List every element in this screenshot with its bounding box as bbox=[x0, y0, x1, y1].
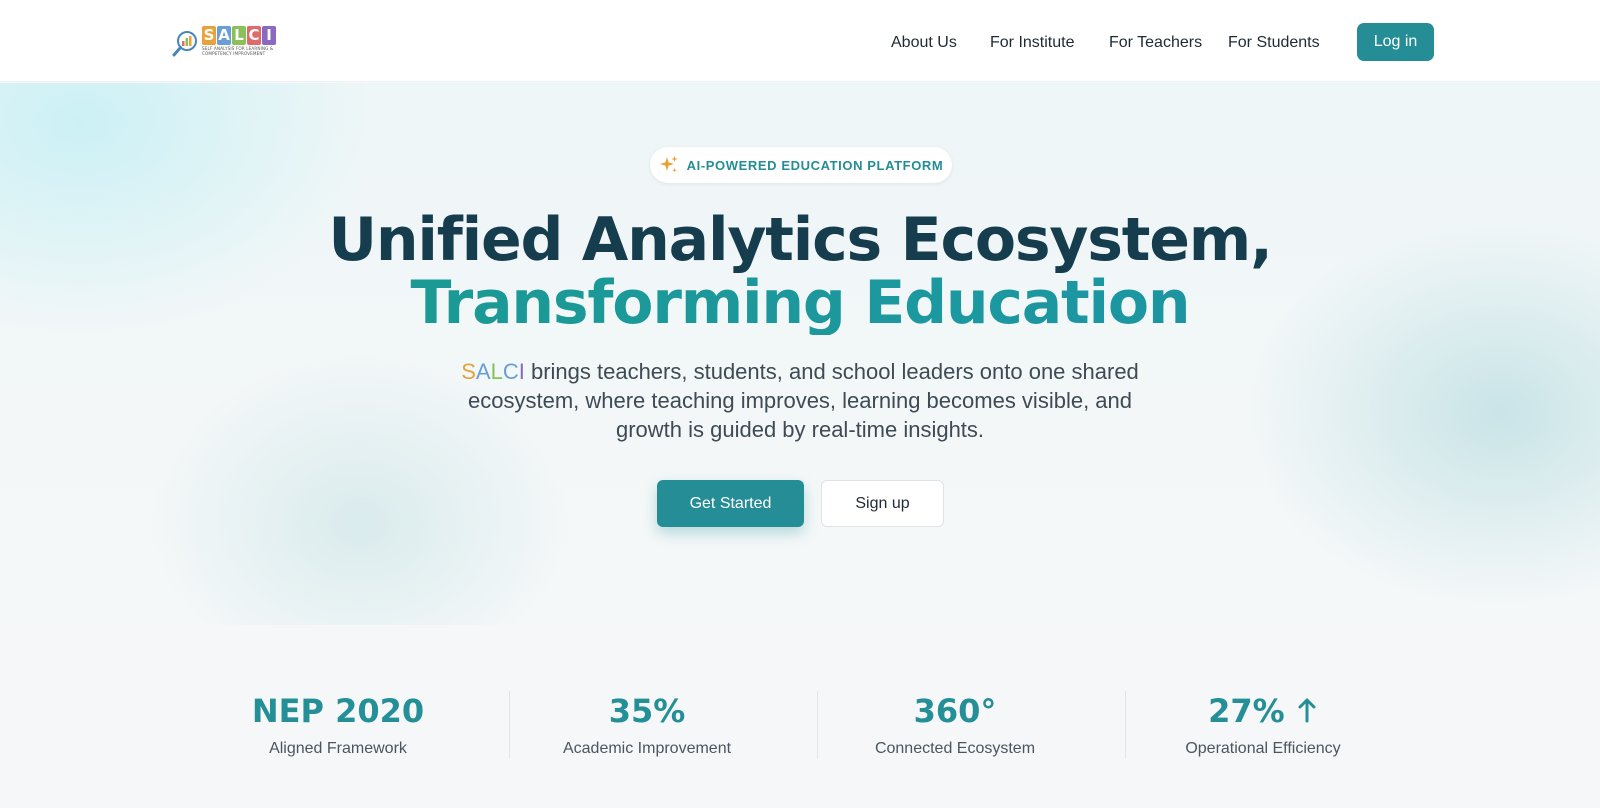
login-button[interactable]: Log in bbox=[1357, 23, 1434, 61]
site-header: S A L C I SELF ANALYSIS FOR LEARNING & C… bbox=[0, 0, 1600, 82]
ai-platform-badge: AI-POWERED EDUCATION PLATFORM bbox=[650, 147, 952, 183]
stat-nep: NEP 2020 Aligned Framework bbox=[188, 691, 488, 759]
nav-about-us[interactable]: About Us bbox=[891, 30, 957, 56]
nav-for-institute[interactable]: For Institute bbox=[990, 30, 1074, 56]
hero-description: SALCI brings teachers, students, and sch… bbox=[440, 357, 1160, 444]
stat-label: Connected Ecosystem bbox=[874, 740, 1036, 757]
brand-letter-c: C bbox=[502, 359, 519, 384]
brand-letter-l: L bbox=[490, 359, 503, 384]
stat-label: Operational Efficiency bbox=[1185, 740, 1341, 757]
headline-line-1: Unified Analytics Ecosystem, bbox=[328, 205, 1273, 275]
hero-section: AI-POWERED EDUCATION PLATFORM Unified An… bbox=[0, 83, 1600, 625]
stat-academic: 35% Academic Improvement bbox=[497, 691, 797, 759]
description-text: brings teachers, students, and school le… bbox=[468, 359, 1139, 442]
stat-label: Aligned Framework bbox=[269, 740, 407, 757]
stat-label: Academic Improvement bbox=[562, 740, 732, 757]
sparkle-icon bbox=[659, 155, 679, 175]
brand-letter-s: S bbox=[461, 359, 476, 384]
stats-section: NEP 2020 Aligned Framework 35% Academic … bbox=[0, 625, 1600, 808]
stat-value: 27% bbox=[1208, 692, 1285, 730]
nav-for-teachers[interactable]: For Teachers bbox=[1109, 30, 1202, 56]
stat-value: 360° bbox=[913, 692, 997, 730]
arrow-up-icon bbox=[1296, 694, 1318, 724]
stat-ecosystem: 360° Connected Ecosystem bbox=[805, 691, 1105, 759]
sign-up-button[interactable]: Sign up bbox=[821, 480, 944, 527]
badge-text: AI-POWERED EDUCATION PLATFORM bbox=[686, 157, 944, 173]
headline-line-2: Transforming Education bbox=[0, 271, 1600, 335]
get-started-button[interactable]: Get Started bbox=[657, 480, 804, 527]
stat-value: NEP 2020 bbox=[251, 692, 425, 730]
stat-value: 35% bbox=[608, 692, 686, 730]
brand-name: SALCI bbox=[461, 359, 525, 384]
stat-value-wrap: 27% bbox=[1113, 691, 1413, 731]
stat-efficiency: 27% Operational Efficiency bbox=[1113, 691, 1413, 759]
nav-for-students[interactable]: For Students bbox=[1228, 30, 1320, 56]
brand-letter-a: A bbox=[475, 359, 491, 384]
